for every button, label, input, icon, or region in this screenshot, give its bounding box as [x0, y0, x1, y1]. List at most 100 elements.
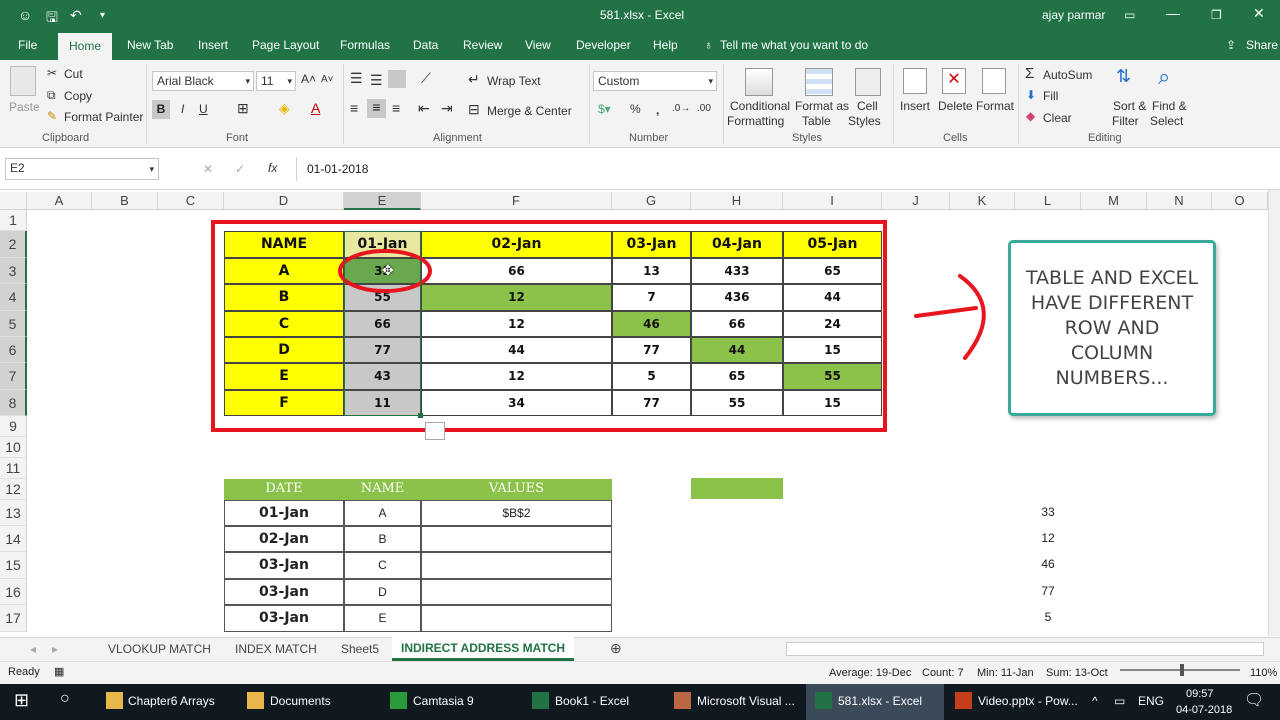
- fill-button[interactable]: Fill: [1043, 89, 1058, 103]
- undo-icon[interactable]: ↶: [70, 7, 82, 24]
- horizontal-scrollbar[interactable]: [786, 642, 1264, 656]
- table2-header-cell[interactable]: NAME: [344, 479, 421, 500]
- conditional-formatting-label[interactable]: Conditional: [730, 99, 790, 113]
- comma-style-icon[interactable]: ,: [656, 103, 659, 117]
- increase-decimal-icon[interactable]: .0→: [672, 103, 690, 114]
- format-as-table-label[interactable]: Format as: [795, 99, 849, 113]
- table2-cell[interactable]: 01-Jan: [224, 500, 344, 526]
- taskbar-book1[interactable]: Book1 - Excel: [555, 694, 629, 708]
- taskbar-camtasia[interactable]: Camtasia 9: [413, 694, 474, 708]
- align-middle-icon[interactable]: ☰: [370, 72, 383, 89]
- cell-styles-icon[interactable]: [855, 68, 881, 96]
- cell-styles-label[interactable]: Cell: [857, 99, 878, 113]
- underline-button[interactable]: U: [199, 102, 208, 116]
- tab-formulas[interactable]: Formulas: [340, 38, 390, 52]
- row-header[interactable]: 5: [0, 311, 27, 337]
- find-select-label[interactable]: Find &: [1152, 99, 1187, 113]
- prev-sheet-icon[interactable]: ◂: [30, 642, 36, 656]
- align-top-icon[interactable]: ☰: [350, 70, 363, 87]
- table2-header-cell[interactable]: VALUES: [421, 479, 612, 500]
- tab-help[interactable]: Help: [653, 38, 678, 52]
- format-painter-button[interactable]: Format Painter: [64, 110, 143, 124]
- taskbar-language[interactable]: ENG: [1138, 694, 1164, 708]
- format-as-table-label-2[interactable]: Table: [802, 114, 831, 128]
- column-header[interactable]: K: [950, 192, 1015, 210]
- paste-icon[interactable]: [10, 66, 36, 96]
- notifications-icon[interactable]: 🗨: [1244, 690, 1264, 710]
- column-l-value[interactable]: 77: [1015, 584, 1081, 598]
- add-sheet-icon[interactable]: ⊕: [610, 640, 622, 657]
- vertical-scrollbar[interactable]: [1268, 190, 1280, 636]
- autosum-button[interactable]: AutoSum: [1043, 68, 1092, 82]
- search-icon[interactable]: ○: [60, 690, 70, 708]
- column-header[interactable]: M: [1081, 192, 1147, 210]
- row-header[interactable]: 2: [0, 231, 27, 258]
- decrease-decimal-icon[interactable]: .00: [697, 103, 711, 114]
- taskbar-chapter6[interactable]: Chapter6 Arrays: [128, 694, 215, 708]
- conditional-formatting-label-2[interactable]: Formatting: [727, 114, 784, 128]
- tab-new-tab[interactable]: New Tab: [127, 38, 173, 52]
- column-header[interactable]: J: [882, 192, 950, 210]
- row-header[interactable]: 14: [0, 526, 27, 552]
- row-header[interactable]: 13: [0, 500, 27, 526]
- close-icon[interactable]: ✕: [1253, 5, 1265, 22]
- table2-cell[interactable]: [421, 605, 612, 632]
- align-bottom-icon[interactable]: [388, 70, 406, 88]
- tab-review[interactable]: Review: [463, 38, 502, 52]
- quick-analysis-icon[interactable]: [425, 422, 445, 440]
- table2-cell[interactable]: $B$2: [421, 500, 612, 526]
- column-header[interactable]: A: [27, 192, 92, 210]
- find-select-label-2[interactable]: Select: [1150, 114, 1183, 128]
- save-icon[interactable]: 🖫: [46, 7, 58, 31]
- table2-cell[interactable]: B: [344, 526, 421, 552]
- column-l-value[interactable]: 33: [1015, 505, 1081, 519]
- bold-button[interactable]: B: [152, 100, 170, 119]
- row-header[interactable]: 15: [0, 552, 27, 579]
- row-header[interactable]: 12: [0, 479, 27, 500]
- delete-cells-icon[interactable]: ✕: [942, 68, 966, 94]
- font-name-box[interactable]: Arial Black ▾: [152, 71, 254, 91]
- select-all-button[interactable]: [0, 192, 27, 210]
- tell-me-search[interactable]: Tell me what you want to do: [720, 38, 868, 52]
- decrease-font-icon[interactable]: A˅: [321, 74, 334, 85]
- row-header[interactable]: 9: [0, 416, 27, 437]
- name-box[interactable]: E2 ▾: [5, 158, 159, 180]
- table2-cell[interactable]: D: [344, 579, 421, 605]
- fill-icon[interactable]: ⬇: [1026, 88, 1036, 102]
- row-header[interactable]: 6: [0, 337, 27, 363]
- wrap-text-icon[interactable]: ↵: [468, 71, 480, 88]
- column-header[interactable]: O: [1212, 192, 1268, 210]
- clear-icon[interactable]: ◆: [1026, 109, 1035, 123]
- taskbar-581-excel[interactable]: 581.xlsx - Excel: [838, 694, 922, 708]
- column-header[interactable]: F: [421, 192, 612, 210]
- sheet-tab-index-match[interactable]: INDEX MATCH: [235, 642, 317, 656]
- fill-color-icon[interactable]: ◈: [279, 100, 290, 117]
- cut-icon[interactable]: ✂: [47, 66, 57, 80]
- smiley-icon[interactable]: ☺: [18, 7, 32, 23]
- italic-button[interactable]: I: [181, 102, 184, 116]
- table2-cell[interactable]: 03-Jan: [224, 605, 344, 632]
- customize-quick-access-icon[interactable]: ▾: [100, 10, 105, 21]
- column-header[interactable]: I: [783, 192, 882, 210]
- copy-icon[interactable]: ⧉: [47, 88, 56, 103]
- format-cells-icon[interactable]: [982, 68, 1006, 94]
- taskbar-date[interactable]: 04-07-2018: [1176, 704, 1232, 716]
- formula-input[interactable]: 01-01-2018: [296, 157, 1266, 181]
- table2-cell[interactable]: 03-Jan: [224, 552, 344, 579]
- table2-cell[interactable]: 03-Jan: [224, 579, 344, 605]
- tab-file[interactable]: File: [18, 38, 37, 52]
- tab-insert[interactable]: Insert: [198, 38, 228, 52]
- column-header[interactable]: B: [92, 192, 158, 210]
- decrease-indent-icon[interactable]: ⇤: [418, 100, 430, 117]
- autosum-icon[interactable]: Σ: [1025, 65, 1034, 82]
- borders-icon[interactable]: ⊞: [237, 100, 249, 117]
- tab-data[interactable]: Data: [413, 38, 438, 52]
- column-l-value[interactable]: 5: [1015, 610, 1081, 624]
- cut-button[interactable]: Cut: [64, 67, 83, 81]
- tab-page-layout[interactable]: Page Layout: [252, 38, 319, 52]
- table2-header-cell[interactable]: DATE: [224, 479, 344, 500]
- sheet-tab-vlookup[interactable]: VLOOKUP MATCH: [108, 642, 211, 656]
- percent-icon[interactable]: %: [630, 102, 641, 116]
- table2-cell[interactable]: [421, 526, 612, 552]
- macro-record-icon[interactable]: ▦: [54, 665, 64, 678]
